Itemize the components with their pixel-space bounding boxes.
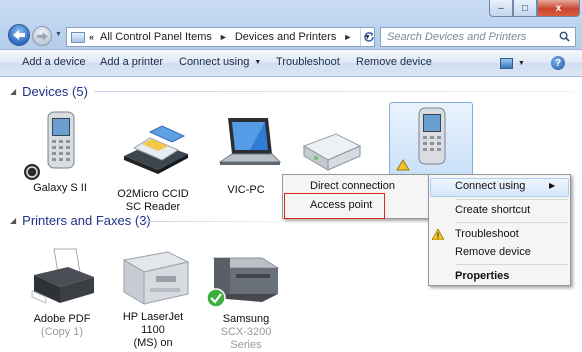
search-icon[interactable] xyxy=(559,31,570,42)
breadcrumb-overflow-icon[interactable]: « xyxy=(89,32,94,42)
phone-icon xyxy=(24,111,75,180)
printer-icon xyxy=(122,251,190,305)
add-device-button[interactable]: Add a device xyxy=(22,56,86,68)
remove-device-button[interactable]: Remove device xyxy=(356,56,432,68)
printer-icon xyxy=(31,248,94,304)
breadcrumb-separator-icon[interactable]: ► xyxy=(219,32,228,42)
device-label: Galaxy S II xyxy=(33,182,87,194)
context-troubleshoot-item[interactable]: Troubleshoot xyxy=(455,228,519,240)
hard-drive-icon xyxy=(302,133,362,171)
warning-icon xyxy=(432,229,444,240)
device-label: O2Micro CCID SC Reader xyxy=(117,188,189,213)
breadcrumb-devices-printers[interactable]: Devices and Printers xyxy=(235,31,337,43)
recent-pages-dropdown[interactable]: ▼ xyxy=(55,31,62,38)
refresh-button[interactable] xyxy=(361,28,377,46)
printer-label-line2: (MS) on xyxy=(133,337,173,349)
group-divider xyxy=(94,91,574,92)
phone-icon xyxy=(396,107,446,171)
devices-group-header[interactable]: ◢ Devices (5) xyxy=(10,84,88,99)
printer-icon xyxy=(206,257,280,308)
address-bar[interactable]: « All Control Panel Items ► Devices and … xyxy=(66,27,375,47)
window-controls: – □ x xyxy=(489,0,580,17)
maximize-button[interactable]: □ xyxy=(513,0,537,17)
command-bar: Add a device Add a printer Connect using… xyxy=(0,50,582,77)
menu-separator xyxy=(456,222,568,223)
device-tile-card-reader[interactable]: O2Micro CCID SC Reader xyxy=(112,118,194,214)
collapse-icon[interactable]: ◢ xyxy=(10,216,16,225)
context-remove-device-item[interactable]: Remove device xyxy=(455,246,531,258)
device-tile-vic-pc[interactable]: VIC-PC xyxy=(210,110,282,197)
arrow-right-icon xyxy=(36,31,48,41)
arrow-left-icon xyxy=(13,30,25,40)
context-connect-using-item[interactable]: Connect using xyxy=(455,180,525,192)
printer-label-line1: HP LaserJet 1100 xyxy=(122,311,184,336)
control-panel-icon xyxy=(71,31,85,43)
group-divider xyxy=(142,221,282,222)
search-placeholder: Search Devices and Printers xyxy=(387,31,527,43)
connect-using-button[interactable]: Connect using ▼ xyxy=(179,56,261,68)
printer-label-line1: Samsung xyxy=(222,313,270,325)
direct-connection-item[interactable]: Direct connection xyxy=(310,180,395,192)
breadcrumb-all-items[interactable]: All Control Panel Items xyxy=(100,31,212,43)
chevron-down-icon: ▼ xyxy=(518,60,525,67)
troubleshoot-button[interactable]: Troubleshoot xyxy=(276,56,340,68)
view-options-button[interactable]: ▼ xyxy=(500,56,530,71)
printers-group-title: Printers and Faxes (3) xyxy=(22,213,151,228)
menu-separator xyxy=(456,199,568,200)
search-field[interactable]: Search Devices and Printers xyxy=(380,27,576,47)
connect-using-label: Connect using xyxy=(179,56,250,68)
close-button[interactable]: x xyxy=(537,0,580,17)
device-label: VIC-PC xyxy=(227,184,265,196)
printer-label-line1: Adobe PDF xyxy=(33,313,91,325)
context-create-shortcut-item[interactable]: Create shortcut xyxy=(455,204,530,216)
printers-group-header[interactable]: ◢ Printers and Faxes (3) xyxy=(10,213,151,228)
access-point-highlight-box xyxy=(284,193,385,219)
devices-group-title: Devices (5) xyxy=(22,84,88,99)
context-properties-item[interactable]: Properties xyxy=(455,270,509,282)
refresh-icon xyxy=(364,32,374,42)
printer-label-line2: SCX-3200 Series xyxy=(220,326,272,351)
forward-button[interactable] xyxy=(32,26,52,46)
view-options-icon xyxy=(500,58,513,69)
device-tile-galaxy[interactable]: Galaxy S II xyxy=(24,108,96,195)
device-tile-selected-phone[interactable] xyxy=(395,104,467,180)
printer-label-line2: (Copy 1) xyxy=(40,326,84,338)
card-reader-icon xyxy=(124,125,188,174)
breadcrumb-separator-icon[interactable]: ► xyxy=(343,32,352,42)
chevron-down-icon: ▼ xyxy=(254,59,262,66)
printer-tile-hp-laserjet[interactable]: HP LaserJet 1100 (MS) on xyxy=(110,246,196,350)
help-button[interactable]: ? xyxy=(551,56,565,70)
submenu-arrow-icon: ▶ xyxy=(549,181,556,190)
add-printer-button[interactable]: Add a printer xyxy=(100,56,163,68)
collapse-icon[interactable]: ◢ xyxy=(10,87,16,96)
printer-tile-samsung[interactable]: Samsung SCX-3200 Series xyxy=(206,250,286,352)
printer-tile-adobe-pdf[interactable]: Adobe PDF (Copy 1) xyxy=(24,245,100,339)
menu-separator xyxy=(456,264,568,265)
laptop-icon xyxy=(218,118,282,165)
minimize-button[interactable]: – xyxy=(489,0,513,17)
device-tile-hard-drive[interactable] xyxy=(298,128,364,178)
back-button[interactable] xyxy=(8,24,30,46)
